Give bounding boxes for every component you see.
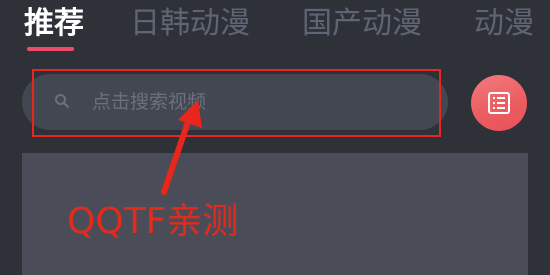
annotation-label: QQTF亲测 <box>67 201 239 242</box>
tab-recommended[interactable]: 推荐 <box>24 4 84 44</box>
tab-japanese-korean-anime[interactable]: 日韩动漫 <box>130 4 250 44</box>
annotation-arrow-icon <box>161 100 202 195</box>
annotation-highlight-box <box>32 69 441 137</box>
tab-anime-partial[interactable]: 动漫 <box>474 4 534 44</box>
list-icon <box>488 92 510 114</box>
tab-chinese-anime[interactable]: 国产动漫 <box>302 4 422 44</box>
category-tab-bar: 推荐 日韩动漫 国产动漫 动漫 <box>0 0 550 60</box>
active-tab-indicator <box>27 47 74 51</box>
category-list-button[interactable] <box>471 75 527 131</box>
